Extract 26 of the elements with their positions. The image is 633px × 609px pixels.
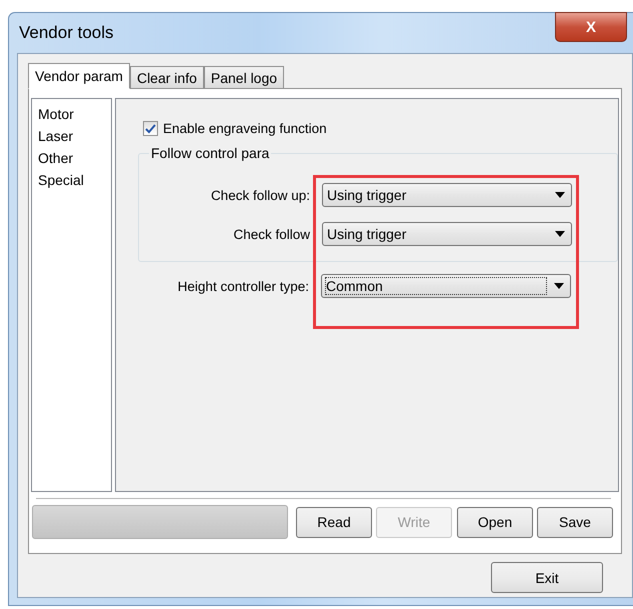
sidebar-item[interactable]: Motor xyxy=(38,103,111,125)
dropdown-arrow-icon xyxy=(555,192,565,198)
dropdown[interactable]: Using trigger xyxy=(322,222,572,246)
sidebar-item[interactable]: Special xyxy=(38,169,111,191)
group-title: Follow control para xyxy=(149,145,272,161)
field-label: Check follow up: xyxy=(210,188,310,202)
check-icon xyxy=(145,124,156,134)
action-button[interactable]: Open xyxy=(457,506,533,538)
tab[interactable]: Clear info xyxy=(130,66,204,89)
field-label: Check follow xyxy=(233,226,310,242)
checkbox-label: Enable engraveing function xyxy=(163,121,327,136)
close-button[interactable]: X xyxy=(555,12,627,42)
action-button[interactable]: Read xyxy=(296,506,372,538)
sidebar-item[interactable]: Other xyxy=(38,147,111,169)
exit-button[interactable]: Exit xyxy=(491,562,603,593)
dropdown-arrow-icon xyxy=(555,231,565,237)
field-label: Height controller type: xyxy=(178,278,309,294)
tab[interactable]: Vendor param xyxy=(28,63,130,89)
dropdown-arrow-icon xyxy=(554,283,564,289)
action-button[interactable]: Save xyxy=(537,506,613,538)
tab[interactable]: Panel logo xyxy=(204,66,284,89)
dropdown[interactable]: Common xyxy=(321,274,571,298)
checkbox[interactable] xyxy=(143,121,158,136)
window-title: Vendor tools xyxy=(19,23,114,43)
sidebar-item[interactable]: Laser xyxy=(38,125,111,147)
dropdown[interactable]: Using trigger xyxy=(322,183,572,207)
